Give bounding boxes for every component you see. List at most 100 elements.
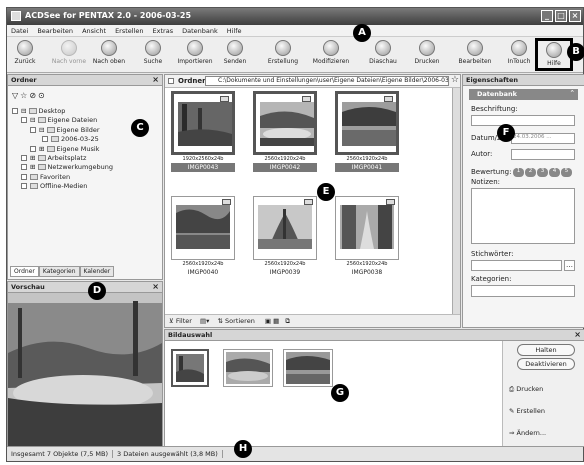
- preview-panel: Vorschau ×: [7, 281, 163, 447]
- datetime-field[interactable]: 24.03.2006 ...: [511, 133, 575, 144]
- thumbnail-frame: [171, 91, 235, 155]
- tree-item[interactable]: Favoriten: [12, 173, 113, 182]
- up-button[interactable]: Nach oben: [89, 40, 129, 65]
- intouch-button[interactable]: InTouch: [499, 40, 539, 65]
- view-icon[interactable]: ▤▾: [200, 317, 209, 325]
- thumbnail-dimensions: 2560x1920x24b: [346, 261, 388, 267]
- thumbnail-filename: IMGP0039: [269, 269, 301, 276]
- tree-item[interactable]: Offline-Medien: [12, 182, 113, 191]
- edit-button[interactable]: Bearbeiten: [455, 40, 495, 65]
- create-button[interactable]: Erstellung: [263, 40, 303, 65]
- status-bar: Insgesamt 7 Objekte (7,5 MB) 3 Dateien au…: [7, 446, 583, 461]
- keywords-browse-button[interactable]: …: [564, 260, 575, 271]
- thumbnail-item[interactable]: 2560x1920x24b IMGP0039: [253, 196, 317, 277]
- menu-ansicht[interactable]: Ansicht: [82, 27, 106, 36]
- path-field[interactable]: C:\Dokumente und Einstellungen\user\Eige…: [205, 76, 449, 86]
- author-field[interactable]: [511, 149, 575, 160]
- tab-calendar[interactable]: Kalender: [79, 266, 115, 277]
- print-button[interactable]: Drucken: [407, 40, 447, 65]
- printer-icon: ⎙: [509, 385, 515, 393]
- tree-item[interactable]: ⊟ Eigene Dateien: [12, 116, 113, 125]
- thumbnail-image: [176, 205, 230, 249]
- folder-panel-tabs: Ordner Kategorien Kalender: [10, 266, 115, 277]
- menu-datenbank[interactable]: Datenbank: [182, 27, 218, 36]
- thumbnail-item[interactable]: 2560x1920x24b IMGP0041: [335, 91, 399, 172]
- close-button[interactable]: ×: [569, 10, 581, 22]
- slideshow-button[interactable]: Diaschau: [363, 40, 403, 65]
- thumbnail-frame: [253, 196, 317, 260]
- modify-button[interactable]: Modifizieren: [311, 40, 351, 65]
- thumbnail-filename: IMGP0042: [253, 163, 317, 172]
- send-button[interactable]: Senden: [215, 40, 255, 65]
- menu-hilfe[interactable]: Hilfe: [227, 27, 242, 36]
- help-icon: [546, 42, 562, 58]
- notes-field[interactable]: [471, 188, 575, 244]
- rating-selector[interactable]: 1 2 3 4 5: [513, 168, 572, 177]
- menu-extras[interactable]: Extras: [153, 27, 174, 36]
- thumbnail-frame: [171, 196, 235, 260]
- menu-erstellen[interactable]: Erstellen: [115, 27, 143, 36]
- thumbnail-item[interactable]: 2560x1920x24b IMGP0038: [335, 196, 399, 277]
- thumbnail-image: [258, 205, 312, 249]
- minimize-button[interactable]: _: [541, 10, 553, 22]
- search-icon: [145, 40, 161, 56]
- folder-tool-icons[interactable]: ▽☆⊘⊙: [12, 91, 47, 100]
- basket-change-action[interactable]: ⇒ Ändern...: [509, 429, 546, 437]
- close-icon[interactable]: ×: [152, 75, 159, 84]
- grid-icon[interactable]: ▦: [273, 317, 279, 325]
- maximize-button[interactable]: □: [555, 10, 567, 22]
- back-button[interactable]: Zurück: [5, 40, 45, 65]
- database-section[interactable]: Datenbank ⌃: [469, 89, 578, 100]
- callout-h: H: [234, 440, 252, 458]
- thumbnail-frame: [335, 91, 399, 155]
- thumbnail-filename: IMGP0043: [171, 163, 235, 172]
- categories-field[interactable]: [471, 285, 575, 297]
- deactivate-button[interactable]: Deaktivieren: [517, 358, 575, 370]
- copy-icon[interactable]: ⧉: [285, 317, 290, 325]
- thumbnail-image: [178, 102, 232, 146]
- tree-item[interactable]: ⊞ Arbeitsplatz: [12, 154, 113, 163]
- filter-button[interactable]: Filter: [176, 317, 192, 325]
- network-icon: [37, 164, 46, 171]
- menu-datei[interactable]: Datei: [11, 27, 28, 36]
- thumbnail-item[interactable]: 2560x1920x24b IMGP0042: [253, 91, 317, 172]
- menu-bearbeiten[interactable]: Bearbeiten: [37, 27, 73, 36]
- select-all-icon[interactable]: ▣: [265, 317, 271, 325]
- thumbnail-item[interactable]: 2560x1920x24b IMGP0040: [171, 196, 235, 277]
- selected-thumb[interactable]: [171, 349, 209, 387]
- tree-item-selected[interactable]: 2006-03-25: [12, 135, 113, 144]
- keywords-field[interactable]: [471, 260, 562, 271]
- close-icon[interactable]: ×: [574, 330, 581, 339]
- tab-folders[interactable]: Ordner: [10, 266, 39, 277]
- computer-icon: [37, 155, 46, 162]
- thumbnail-filename: IMGP0040: [187, 269, 219, 276]
- forward-button[interactable]: Nach vorne: [49, 40, 89, 65]
- properties-panel: Eigenschaften Datenbank ⌃ Beschriftung: D…: [462, 74, 584, 328]
- tree-item[interactable]: ⊞ Netzwerkumgebung: [12, 163, 113, 172]
- tab-categories[interactable]: Kategorien: [38, 266, 80, 277]
- tree-item[interactable]: ⊟ Eigene Bilder: [12, 126, 113, 135]
- thumbnail-item[interactable]: 1920x2560x24b IMGP0043: [171, 91, 235, 172]
- tree-item[interactable]: ⊟ Desktop: [12, 107, 113, 116]
- favorite-star-icon[interactable]: ☆: [451, 75, 459, 85]
- thumbnail-filename: IMGP0041: [335, 163, 399, 172]
- vertical-scrollbar[interactable]: [452, 88, 460, 316]
- basket-print-action[interactable]: ⎙ Drucken: [509, 385, 543, 394]
- search-button[interactable]: Suche: [133, 40, 173, 65]
- import-button[interactable]: Importieren: [175, 40, 215, 65]
- intouch-icon: [511, 40, 527, 56]
- slideshow-icon: [375, 40, 391, 56]
- folder-icon: [37, 117, 46, 124]
- basket-create-action[interactable]: ✎ Erstellen: [509, 407, 545, 415]
- thumbnail-dimensions: 2560x1920x24b: [264, 261, 306, 267]
- selected-thumb[interactable]: [223, 349, 273, 387]
- caption-field[interactable]: [471, 115, 575, 126]
- hold-button[interactable]: Halten: [517, 344, 575, 356]
- tree-item[interactable]: ⊞ Eigene Musik: [12, 145, 113, 154]
- preview-panel-title: Vorschau: [11, 283, 45, 291]
- sort-button[interactable]: Sortieren: [225, 317, 255, 325]
- change-icon: ⇒: [509, 429, 515, 437]
- thumbnail-filename: IMGP0038: [351, 269, 383, 276]
- close-icon[interactable]: ×: [152, 282, 159, 291]
- selected-thumb[interactable]: [283, 349, 333, 387]
